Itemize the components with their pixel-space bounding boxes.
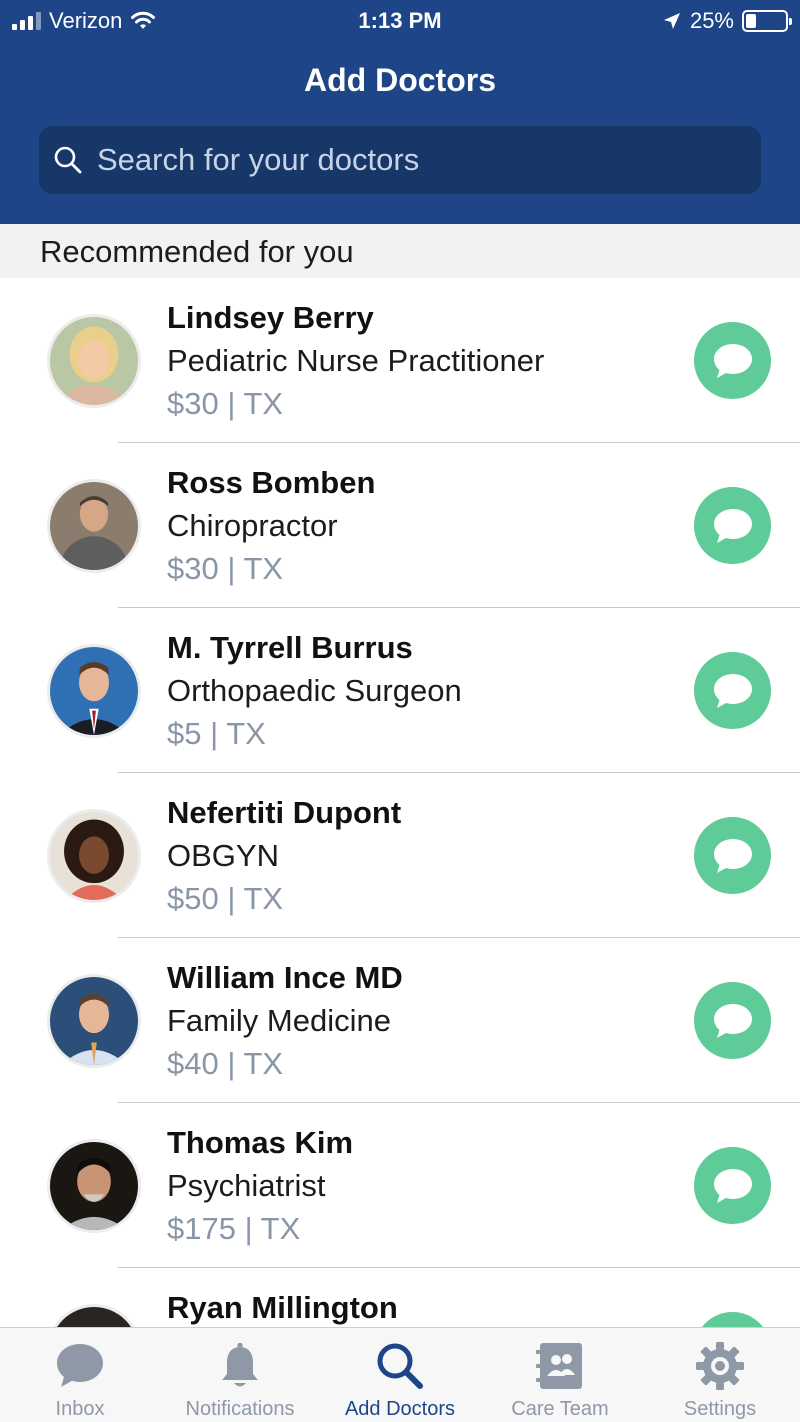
doctor-specialty: OBGYN <box>167 838 279 873</box>
battery-icon <box>742 10 792 32</box>
header: Verizon 1:13 PM 25% Add Doctors <box>0 0 800 224</box>
search-icon <box>53 145 83 175</box>
message-button[interactable] <box>694 1312 771 1328</box>
doctor-row[interactable]: Lindsey Berry Pediatric Nurse Practition… <box>0 278 800 443</box>
doctor-row[interactable]: Nefertiti Dupont OBGYN $50 | TX <box>0 773 800 938</box>
status-bar: Verizon 1:13 PM 25% <box>0 0 800 40</box>
doctor-row[interactable]: Ryan Millington <box>0 1268 800 1328</box>
doctor-specialty: Psychiatrist <box>167 1168 326 1203</box>
search-icon <box>374 1340 426 1392</box>
doctor-specialty: Orthopaedic Surgeon <box>167 673 462 708</box>
doctor-price: $50 | TX <box>167 881 284 916</box>
doctor-avatar <box>47 1139 141 1233</box>
doctor-avatar <box>47 314 141 408</box>
doctor-specialty: Family Medicine <box>167 1003 391 1038</box>
doctor-row[interactable]: Thomas Kim Psychiatrist $175 | TX <box>0 1103 800 1268</box>
doctor-avatar <box>47 809 141 903</box>
chat-bubble-icon <box>713 508 752 543</box>
tab-label: Add Doctors <box>344 1398 456 1420</box>
search-input[interactable] <box>97 142 761 178</box>
doctor-specialty: Pediatric Nurse Practitioner <box>167 343 545 378</box>
doctor-row[interactable]: M. Tyrrell Burrus Orthopaedic Surgeon $5… <box>0 608 800 773</box>
tab-label: Inbox <box>55 1398 105 1420</box>
doctor-row[interactable]: William Ince MD Family Medicine $40 | TX <box>0 938 800 1103</box>
doctor-avatar <box>47 479 141 573</box>
doctor-name: Nefertiti Dupont <box>167 795 402 830</box>
chat-bubble-icon <box>713 1168 752 1203</box>
doctor-avatar <box>47 974 141 1068</box>
doctor-avatar <box>47 1304 141 1328</box>
chat-bubble-icon <box>713 673 752 708</box>
tab-label: Settings <box>683 1398 757 1420</box>
battery-percent: 25% <box>689 8 734 33</box>
location-arrow-icon <box>662 11 682 31</box>
chat-bubble-icon <box>713 343 752 378</box>
page-title: Add Doctors <box>304 62 496 98</box>
doctor-price: $30 | TX <box>167 551 284 586</box>
tab-inbox[interactable]: Inbox <box>0 1328 160 1422</box>
doctor-row[interactable]: Ross Bomben Chiropractor $30 | TX <box>0 443 800 608</box>
chat-bubble-icon <box>713 838 752 873</box>
tab-add-doctors[interactable]: Add Doctors <box>320 1328 480 1422</box>
bell-icon <box>214 1340 266 1392</box>
tab-bar: Inbox Notifications Add Doctors Care Tea… <box>0 1327 800 1422</box>
message-button[interactable] <box>694 1147 771 1224</box>
doctor-price: $40 | TX <box>167 1046 284 1081</box>
doctor-name: William Ince MD <box>167 960 403 995</box>
section-header: Recommended for you <box>0 224 800 278</box>
doctor-specialty: Chiropractor <box>167 508 338 543</box>
doctor-name: Ross Bomben <box>167 465 376 500</box>
section-title: Recommended for you <box>40 234 354 269</box>
tab-label: Notifications <box>185 1398 295 1420</box>
doctor-price: $175 | TX <box>167 1211 301 1246</box>
doctor-list[interactable]: Lindsey Berry Pediatric Nurse Practition… <box>0 278 800 1328</box>
doctor-price: $30 | TX <box>167 386 284 421</box>
tab-settings[interactable]: Settings <box>640 1328 800 1422</box>
message-button[interactable] <box>694 652 771 729</box>
tab-notifications[interactable]: Notifications <box>160 1328 320 1422</box>
doctor-name: Ryan Millington <box>167 1290 398 1325</box>
search-bar[interactable] <box>39 126 761 194</box>
message-button[interactable] <box>694 982 771 1059</box>
chat-bubble-icon <box>54 1340 106 1392</box>
doctor-price: $5 | TX <box>167 716 266 751</box>
message-button[interactable] <box>694 817 771 894</box>
doctor-name: Lindsey Berry <box>167 300 374 335</box>
doctor-name: M. Tyrrell Burrus <box>167 630 413 665</box>
tab-care-team[interactable]: Care Team <box>480 1328 640 1422</box>
message-button[interactable] <box>694 487 771 564</box>
tab-label: Care Team <box>511 1398 609 1420</box>
doctor-name: Thomas Kim <box>167 1125 354 1160</box>
chat-bubble-icon <box>713 1003 752 1038</box>
message-button[interactable] <box>694 322 771 399</box>
contacts-book-icon <box>534 1340 586 1392</box>
doctor-avatar <box>47 644 141 738</box>
gear-icon <box>694 1340 746 1392</box>
